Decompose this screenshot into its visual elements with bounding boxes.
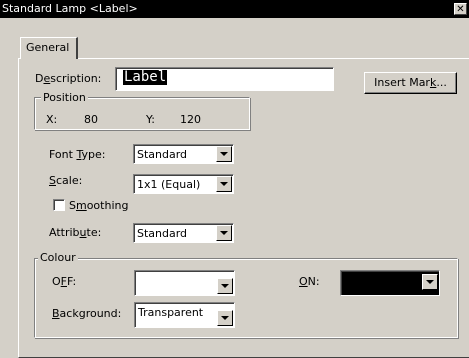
attribute-value: Standard: [137, 227, 188, 240]
close-button[interactable]: ✕: [454, 3, 467, 15]
chevron-down-icon[interactable]: [216, 176, 232, 192]
off-colour-select[interactable]: [134, 270, 235, 296]
attribute-label: Attribute:: [49, 226, 102, 239]
font-type-label: Font Type:: [49, 148, 106, 161]
description-label: Description:: [35, 72, 102, 85]
scale-value: 1x1 (Equal): [137, 178, 201, 191]
title-bar: Standard Lamp <Label> ✕: [0, 0, 469, 18]
smoothing-label: Smoothing: [69, 199, 129, 212]
insert-mark-button[interactable]: Insert Mark...: [364, 72, 457, 94]
chevron-down-icon[interactable]: [217, 278, 233, 294]
smoothing-checkbox[interactable]: [53, 199, 65, 211]
position-y-label: Y:: [146, 113, 155, 126]
background-label: Background:: [52, 307, 122, 320]
tab-general[interactable]: General: [20, 37, 78, 59]
window-title: Standard Lamp <Label>: [2, 2, 138, 15]
scale-label: Scale:: [49, 174, 83, 187]
description-input[interactable]: Label: [115, 67, 334, 91]
position-x-value: 80: [84, 113, 98, 126]
background-select[interactable]: Transparent: [134, 302, 235, 328]
position-y-value: 120: [180, 113, 201, 126]
attribute-select[interactable]: Standard: [133, 223, 234, 243]
tab-general-label: General: [26, 41, 70, 54]
scale-select[interactable]: 1x1 (Equal): [133, 174, 234, 194]
position-x-label: X:: [46, 113, 58, 126]
chevron-down-icon[interactable]: [216, 146, 232, 162]
description-value: Label: [123, 69, 168, 85]
chevron-down-icon[interactable]: [216, 225, 232, 241]
colour-group-title: Colour: [38, 251, 78, 264]
chevron-down-icon[interactable]: [217, 310, 233, 326]
background-value: Transparent: [138, 306, 204, 319]
position-group-title: Position: [41, 91, 88, 104]
font-type-select[interactable]: Standard: [133, 144, 234, 164]
off-label: OFF:: [52, 275, 77, 288]
chevron-down-icon[interactable]: [422, 274, 438, 290]
close-icon: ✕: [456, 4, 465, 15]
font-type-value: Standard: [137, 148, 188, 161]
on-colour-select[interactable]: [340, 270, 440, 296]
on-label: ON:: [299, 275, 320, 288]
